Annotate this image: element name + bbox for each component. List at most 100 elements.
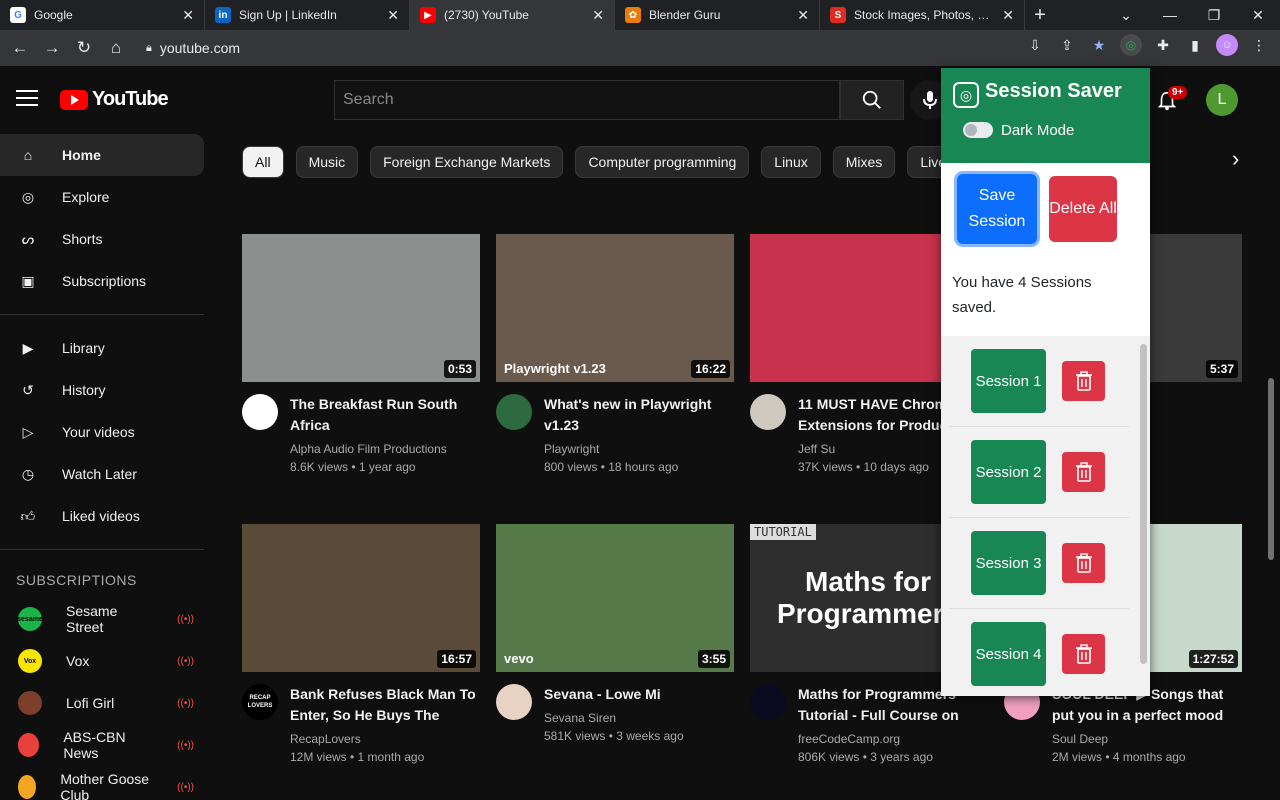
delete-session-button[interactable]: [1062, 543, 1105, 583]
sidebar-item-subscriptions[interactable]: ▣ Subscriptions: [0, 260, 208, 302]
video-thumbnail[interactable]: Playwright v1.23 16:22: [496, 234, 734, 382]
video-title[interactable]: The Breakfast Run South Africa: [290, 394, 480, 436]
tab-close-icon[interactable]: ✕: [1002, 7, 1014, 24]
guide-sidebar: ⌂ Home ◎ Explore ᔕ Shorts ▣ Subscriptions ▶ Libra…: [0, 134, 220, 800]
video-channel[interactable]: freeCodeCamp.org: [798, 732, 988, 746]
delete-session-button[interactable]: [1062, 452, 1105, 492]
channel-avatar[interactable]: [242, 394, 278, 430]
sidebar-item-label: Home: [62, 147, 101, 163]
address-bar[interactable]: 🔒︎ youtube.com: [136, 34, 1136, 62]
video-thumbnail[interactable]: 16:57: [242, 524, 480, 672]
channel-avatar[interactable]: [496, 684, 532, 720]
popup-actions: Save Session Delete All: [957, 174, 1117, 244]
account-avatar[interactable]: L: [1206, 84, 1238, 116]
video-card[interactable]: Playwright v1.23 16:22 What's new in Playw…: [496, 234, 734, 474]
video-card[interactable]: 16:57 RECAP LOVERS Bank Refuses Black Man …: [242, 524, 480, 764]
save-session-button[interactable]: Save Session: [957, 174, 1037, 244]
chips-next-arrow-icon[interactable]: ›: [1232, 146, 1239, 172]
video-stats: 806K views • 3 years ago: [798, 750, 933, 764]
tab-close-icon[interactable]: ✕: [592, 7, 604, 24]
sidebar-item-your-videos[interactable]: ▷ Your videos: [0, 411, 208, 453]
sidebar-item-history[interactable]: ↺ History: [0, 369, 208, 411]
delete-session-button[interactable]: [1062, 634, 1105, 674]
video-duration: 3:55: [697, 650, 730, 668]
install-icon[interactable]: ⇩: [1024, 34, 1046, 56]
sidebar-item-home[interactable]: ⌂ Home: [0, 134, 204, 176]
chip-linux[interactable]: Linux: [761, 146, 821, 178]
subscription-item[interactable]: sesame Sesame Street ((•)): [0, 598, 208, 640]
session-saver-extension-icon[interactable]: ◎: [1120, 34, 1142, 56]
video-title[interactable]: Sevana - Lowe Mi: [544, 684, 684, 705]
video-thumbnail[interactable]: vevo 3:55: [496, 524, 734, 672]
extensions-puzzle-icon[interactable]: ✚: [1152, 34, 1174, 56]
chip-mixes[interactable]: Mixes: [832, 146, 896, 178]
browser-tab[interactable]: ✿ Blender Guru ✕: [615, 0, 820, 30]
dark-mode-toggle[interactable]: [963, 122, 993, 138]
subscription-item[interactable]: Vox Vox ((•)): [0, 640, 208, 682]
forward-icon[interactable]: →: [40, 36, 64, 60]
browser-tab[interactable]: ▶ (2730) YouTube ✕: [410, 0, 615, 30]
popup-scrollbar[interactable]: [1137, 336, 1150, 696]
channel-avatar[interactable]: [750, 394, 786, 430]
video-title[interactable]: What's new in Playwright v1.23: [544, 394, 734, 436]
sidebar-item-liked-videos[interactable]: 👍︎ Liked videos: [0, 495, 208, 537]
share-icon[interactable]: ⇪: [1056, 34, 1078, 56]
video-meta: What's new in Playwright v1.23 Playwright…: [496, 394, 734, 474]
tab-close-icon[interactable]: ✕: [387, 7, 399, 24]
close-window-button[interactable]: ✕: [1236, 0, 1280, 30]
youtube-logo[interactable]: YouTube: [60, 88, 169, 111]
channel-avatar[interactable]: [496, 394, 532, 430]
session-restore-button[interactable]: Session 4: [971, 622, 1046, 686]
video-title[interactable]: Bank Refuses Black Man To Enter, So He B…: [290, 684, 480, 726]
delete-session-button[interactable]: [1062, 361, 1105, 401]
browser-tab[interactable]: in Sign Up | LinkedIn ✕: [205, 0, 410, 30]
session-restore-button[interactable]: Session 1: [971, 349, 1046, 413]
video-card[interactable]: 0:53 The Breakfast Run South Africa Alpha …: [242, 234, 480, 474]
page-scrollbar[interactable]: [1268, 378, 1274, 560]
chrome-menu-icon[interactable]: ⋮: [1248, 34, 1270, 56]
home-icon[interactable]: ⌂: [104, 36, 128, 60]
video-duration: 16:22: [691, 360, 730, 378]
video-channel[interactable]: Sevana Siren: [544, 711, 684, 725]
session-restore-button[interactable]: Session 3: [971, 531, 1046, 595]
reload-icon[interactable]: ↻: [72, 36, 96, 60]
video-card[interactable]: vevo 3:55 Sevana - Lowe Mi Sevana Siren 581K…: [496, 524, 734, 743]
delete-all-button[interactable]: Delete All: [1049, 176, 1117, 242]
guide-menu-icon[interactable]: [16, 88, 38, 108]
bookmark-star-icon[interactable]: ★: [1088, 34, 1110, 56]
tab-close-icon[interactable]: ✕: [182, 7, 194, 24]
channel-avatar[interactable]: RECAP LOVERS: [242, 684, 278, 720]
video-channel[interactable]: RecapLovers: [290, 732, 480, 746]
video-channel[interactable]: Alpha Audio Film Productions: [290, 442, 480, 456]
browser-tab[interactable]: S Stock Images, Photos, Vector ✕: [820, 0, 1025, 30]
subscription-item[interactable]: Lofi Girl ((•)): [0, 682, 208, 724]
video-stats: 8.6K views • 1 year ago: [290, 460, 416, 474]
chip-music[interactable]: Music: [295, 146, 359, 178]
chip-all[interactable]: All: [242, 146, 284, 178]
video-channel[interactable]: Playwright: [544, 442, 734, 456]
minimize-button[interactable]: —: [1148, 0, 1192, 30]
video-channel[interactable]: Soul Deep: [1052, 732, 1242, 746]
tab-close-icon[interactable]: ✕: [797, 7, 809, 24]
search-button[interactable]: [840, 80, 904, 120]
channel-avatar[interactable]: [750, 684, 786, 720]
maximize-button[interactable]: ❐: [1192, 0, 1236, 30]
subscription-item[interactable]: Mother Goose Club ((•)): [0, 766, 208, 800]
side-panel-icon[interactable]: ▮: [1184, 34, 1206, 56]
search-input[interactable]: Search: [334, 80, 840, 120]
subscription-item[interactable]: ABS-CBN News ((•)): [0, 724, 208, 766]
sidebar-item-library[interactable]: ▶ Library: [0, 327, 208, 369]
session-restore-button[interactable]: Session 2: [971, 440, 1046, 504]
profile-avatar-icon[interactable]: ☺: [1216, 34, 1238, 56]
video-meta: RECAP LOVERS Bank Refuses Black Man To En…: [242, 684, 480, 764]
sidebar-item-explore[interactable]: ◎ Explore: [0, 176, 208, 218]
sidebar-item-watch-later[interactable]: ◷ Watch Later: [0, 453, 208, 495]
chip-computer-programming[interactable]: Computer programming: [575, 146, 750, 178]
sidebar-item-shorts[interactable]: ᔕ Shorts: [0, 218, 208, 260]
new-tab-button[interactable]: +: [1025, 0, 1055, 30]
video-thumbnail[interactable]: 0:53: [242, 234, 480, 382]
chip-foreign-exchange-markets[interactable]: Foreign Exchange Markets: [370, 146, 564, 178]
back-icon[interactable]: ←: [8, 36, 32, 60]
tab-search-icon[interactable]: ⌄: [1104, 0, 1148, 30]
browser-tab[interactable]: G Google ✕: [0, 0, 205, 30]
